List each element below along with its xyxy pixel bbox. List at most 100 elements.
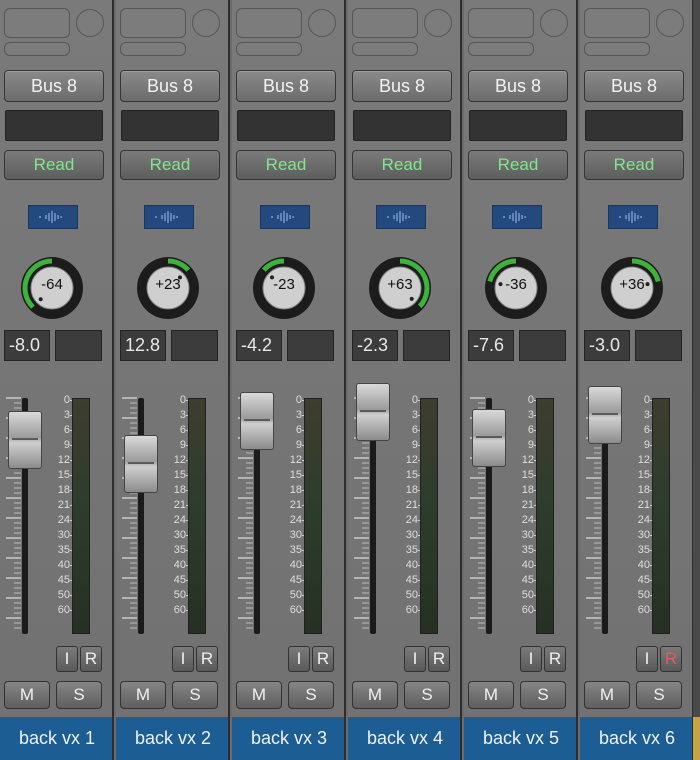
volume-fader[interactable] — [356, 382, 390, 441]
effects-slot[interactable] — [4, 42, 70, 56]
mute-button[interactable]: M — [4, 681, 50, 709]
solo-button[interactable]: S — [172, 681, 218, 709]
automation-mode-button[interactable]: Read — [236, 150, 336, 180]
volume-fader[interactable] — [472, 409, 506, 467]
automation-mode-button[interactable]: Read — [120, 150, 220, 180]
record-enable-button[interactable]: R — [196, 646, 218, 672]
volume-readout[interactable]: -4.2 — [236, 330, 282, 361]
input-slot[interactable] — [468, 8, 534, 38]
volume-fader[interactable] — [124, 435, 158, 493]
pan-knob[interactable]: -36 — [483, 255, 549, 321]
scale-label: 60 — [289, 604, 302, 616]
solo-button[interactable]: S — [56, 681, 102, 709]
input-slot[interactable] — [4, 8, 70, 38]
peak-readout[interactable] — [635, 330, 682, 361]
scale-label: 3 — [527, 409, 534, 421]
volume-readout[interactable]: -8.0 — [4, 330, 50, 361]
automation-mode-button[interactable]: Read — [4, 150, 104, 180]
input-format-icon[interactable] — [308, 9, 336, 37]
peak-readout[interactable] — [171, 330, 218, 361]
channel-name[interactable]: back vx 6 — [580, 717, 692, 760]
effects-slot[interactable] — [352, 42, 418, 56]
peak-readout[interactable] — [403, 330, 450, 361]
volume-fader[interactable] — [588, 386, 622, 444]
scale-label: 0 — [63, 394, 70, 406]
input-monitor-button[interactable]: I — [172, 646, 194, 672]
mute-button[interactable]: M — [120, 681, 166, 709]
channel-strip-1: Bus 8 Read -64 -8.0 0 3 6 9 12 15 18 21 24 30 35 40… — [0, 0, 114, 760]
output-button[interactable]: Bus 8 — [120, 70, 220, 102]
solo-button[interactable]: S — [636, 681, 682, 709]
automation-mode-button[interactable]: Read — [584, 150, 684, 180]
pan-knob[interactable]: -23 — [251, 255, 317, 321]
input-monitor-button[interactable]: I — [56, 646, 78, 672]
effects-slot[interactable] — [468, 42, 534, 56]
record-enable-button[interactable]: R — [660, 646, 682, 672]
group-slot[interactable] — [121, 110, 219, 141]
input-format-icon[interactable] — [76, 9, 104, 37]
volume-readout[interactable]: -2.3 — [352, 330, 398, 361]
channel-name[interactable]: back vx 5 — [464, 717, 576, 760]
pan-knob[interactable]: +63 — [367, 255, 433, 321]
output-button[interactable]: Bus 8 — [236, 70, 336, 102]
volume-readout[interactable]: -3.0 — [584, 330, 630, 361]
volume-fader[interactable] — [240, 392, 274, 450]
group-slot[interactable] — [469, 110, 567, 141]
scale-label: 24 — [289, 514, 302, 526]
channel-name[interactable]: back vx 2 — [116, 717, 228, 760]
input-monitor-button[interactable]: I — [636, 646, 658, 672]
group-slot[interactable] — [237, 110, 335, 141]
effects-slot[interactable] — [236, 42, 302, 56]
output-button[interactable]: Bus 8 — [468, 70, 568, 102]
channel-name[interactable]: back vx 4 — [348, 717, 460, 760]
automation-mode-button[interactable]: Read — [352, 150, 452, 180]
solo-button[interactable]: S — [288, 681, 334, 709]
mute-button[interactable]: M — [468, 681, 514, 709]
input-monitor-button[interactable]: I — [520, 646, 542, 672]
volume-readout[interactable]: -7.6 — [468, 330, 514, 361]
input-slot[interactable] — [584, 8, 650, 38]
volume-readout[interactable]: 12.8 — [120, 330, 166, 361]
output-button[interactable]: Bus 8 — [584, 70, 684, 102]
pan-knob[interactable]: +23 — [135, 255, 201, 321]
input-format-icon[interactable] — [540, 9, 568, 37]
automation-mode-button[interactable]: Read — [468, 150, 568, 180]
input-slot[interactable] — [120, 8, 186, 38]
group-slot[interactable] — [353, 110, 451, 141]
input-slot[interactable] — [236, 8, 302, 38]
input-format-icon[interactable] — [656, 9, 684, 37]
pan-knob[interactable]: -64 — [19, 255, 85, 321]
scale-label: 18 — [637, 484, 650, 496]
group-slot[interactable] — [585, 110, 683, 141]
record-enable-button[interactable]: R — [428, 646, 450, 672]
input-format-icon[interactable] — [192, 9, 220, 37]
mute-button[interactable]: M — [584, 681, 630, 709]
input-monitor-button[interactable]: I — [288, 646, 310, 672]
record-enable-button[interactable]: R — [544, 646, 566, 672]
solo-button[interactable]: S — [404, 681, 450, 709]
peak-readout[interactable] — [519, 330, 566, 361]
channel-name[interactable]: back vx 1 — [0, 717, 112, 760]
effects-slot[interactable] — [120, 42, 186, 56]
waveform-icon — [144, 205, 194, 229]
output-button[interactable]: Bus 8 — [4, 70, 104, 102]
waveform-icon — [376, 205, 426, 229]
mute-button[interactable]: M — [236, 681, 282, 709]
volume-fader[interactable] — [8, 411, 42, 469]
output-button[interactable]: Bus 8 — [352, 70, 452, 102]
solo-button[interactable]: S — [520, 681, 566, 709]
input-format-icon[interactable] — [424, 9, 452, 37]
input-monitor-button[interactable]: I — [404, 646, 426, 672]
scale-label: 18 — [173, 484, 186, 496]
fader-track[interactable] — [138, 398, 144, 634]
group-slot[interactable] — [5, 110, 103, 141]
input-slot[interactable] — [352, 8, 418, 38]
pan-knob[interactable]: +36 — [599, 255, 665, 321]
effects-slot[interactable] — [584, 42, 650, 56]
record-enable-button[interactable]: R — [80, 646, 102, 672]
peak-readout[interactable] — [287, 330, 334, 361]
record-enable-button[interactable]: R — [312, 646, 334, 672]
mute-button[interactable]: M — [352, 681, 398, 709]
peak-readout[interactable] — [55, 330, 102, 361]
channel-name[interactable]: back vx 3 — [232, 717, 344, 760]
